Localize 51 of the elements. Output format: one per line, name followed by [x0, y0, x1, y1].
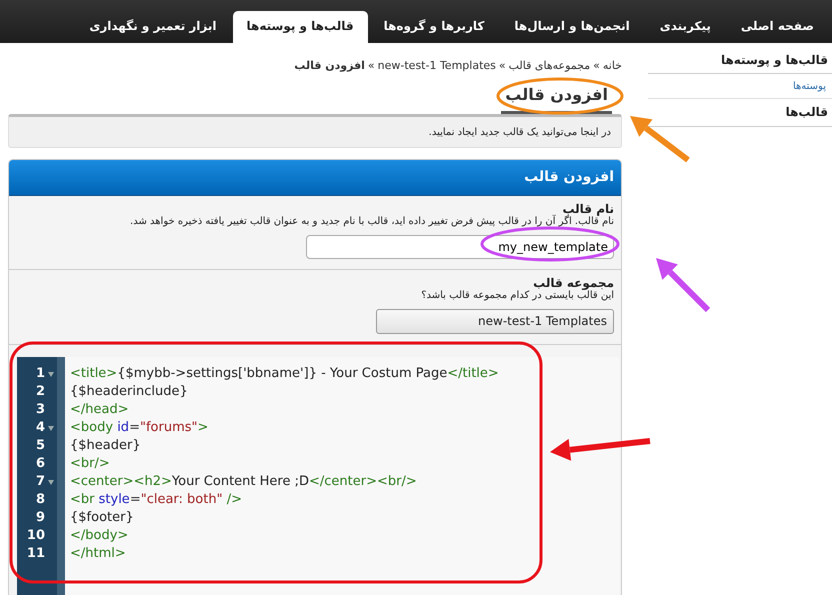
code-line: <br style="clear: both" /> — [70, 491, 242, 509]
code-editor[interactable] — [17, 357, 619, 595]
breadcrumb-separator: » — [498, 59, 506, 72]
breadcrumb-link[interactable]: new-test-1 Templates — [378, 59, 496, 72]
panel-header: افزودن قالب — [9, 160, 621, 196]
template-set-dropdown[interactable]: new-test-1 Templates — [376, 309, 614, 334]
code-line: <title>{$mybb->settings['bbname']} - Your Costum Page</title> — [70, 365, 499, 383]
field-description: نام قالب. اگر آن را در قالب پیش فرض تغییر داده اید، قالب با نام جدید و به عنوان قالب تغییر یافته ذخیره خواهد شد. — [129, 216, 614, 227]
sidebar-link[interactable]: پوسته‌ها — [648, 74, 832, 99]
line-number: 2 — [36, 383, 45, 401]
breadcrumb-link[interactable]: مجموعه‌های قالب — [508, 59, 590, 72]
code-line: <center><h2>Your Content Here ;D</center><br/> — [70, 473, 417, 491]
code-line: <body id="forums"> — [70, 419, 208, 437]
pointer-arrow — [630, 116, 690, 162]
pointer-arrow — [656, 258, 710, 312]
line-number: 1 — [36, 365, 45, 383]
nav-tab[interactable]: انجمن‌ها و ارسال‌ها — [500, 11, 644, 43]
line-number: 11 — [26, 545, 45, 563]
nav-tab[interactable]: صفحه اصلی — [726, 11, 828, 43]
sidebar-heading: قالب‌ها و پوسته‌ها — [648, 51, 832, 74]
nav-tab[interactable]: پیکربندی — [646, 11, 725, 43]
code-line: {$headerinclude} — [70, 383, 188, 401]
line-number: 9 — [36, 509, 45, 527]
code-line: </body> — [70, 527, 128, 545]
code-line: {$header} — [70, 437, 141, 455]
line-number: 4 — [36, 419, 45, 437]
breadcrumb-current: افزودن قالب — [294, 59, 365, 72]
nav-tab[interactable]: کاربرها و گروه‌ها — [370, 11, 498, 43]
code-line: </html> — [70, 545, 126, 563]
fold-arrow-icon[interactable] — [48, 426, 54, 430]
line-number: 10 — [26, 527, 45, 545]
fold-arrow-icon[interactable] — [48, 480, 54, 484]
nav-tab[interactable]: قالب‌ها و پوسته‌ها — [232, 11, 368, 43]
line-number: 3 — [36, 401, 45, 419]
line-number: 8 — [36, 491, 45, 509]
field-label: نام قالب — [562, 202, 614, 216]
code-line: <br/> — [70, 455, 110, 473]
field-label: مجموعه قالب — [532, 276, 614, 290]
nav-tab[interactable]: ابزار تعمیر و نگهداری — [75, 11, 231, 43]
line-number: 5 — [36, 437, 45, 455]
line-number: 6 — [36, 455, 45, 473]
code-line: {$footer} — [70, 509, 134, 527]
breadcrumb-separator: » — [593, 59, 600, 72]
code-line: </head> — [70, 401, 129, 419]
breadcrumb-separator: » — [368, 59, 375, 72]
info-message: در اینجا می‌توانید یک قالب جدید ایجاد نمایید. — [8, 114, 622, 148]
field-description: این قالب بایستی در کدام مجموعه قالب باشد؟ — [420, 290, 614, 301]
name-input-field[interactable]: my_new_template — [306, 235, 614, 259]
fold-arrow-icon[interactable] — [48, 372, 54, 376]
line-number: 7 — [36, 473, 45, 491]
breadcrumb-link[interactable]: خانه — [602, 59, 622, 72]
